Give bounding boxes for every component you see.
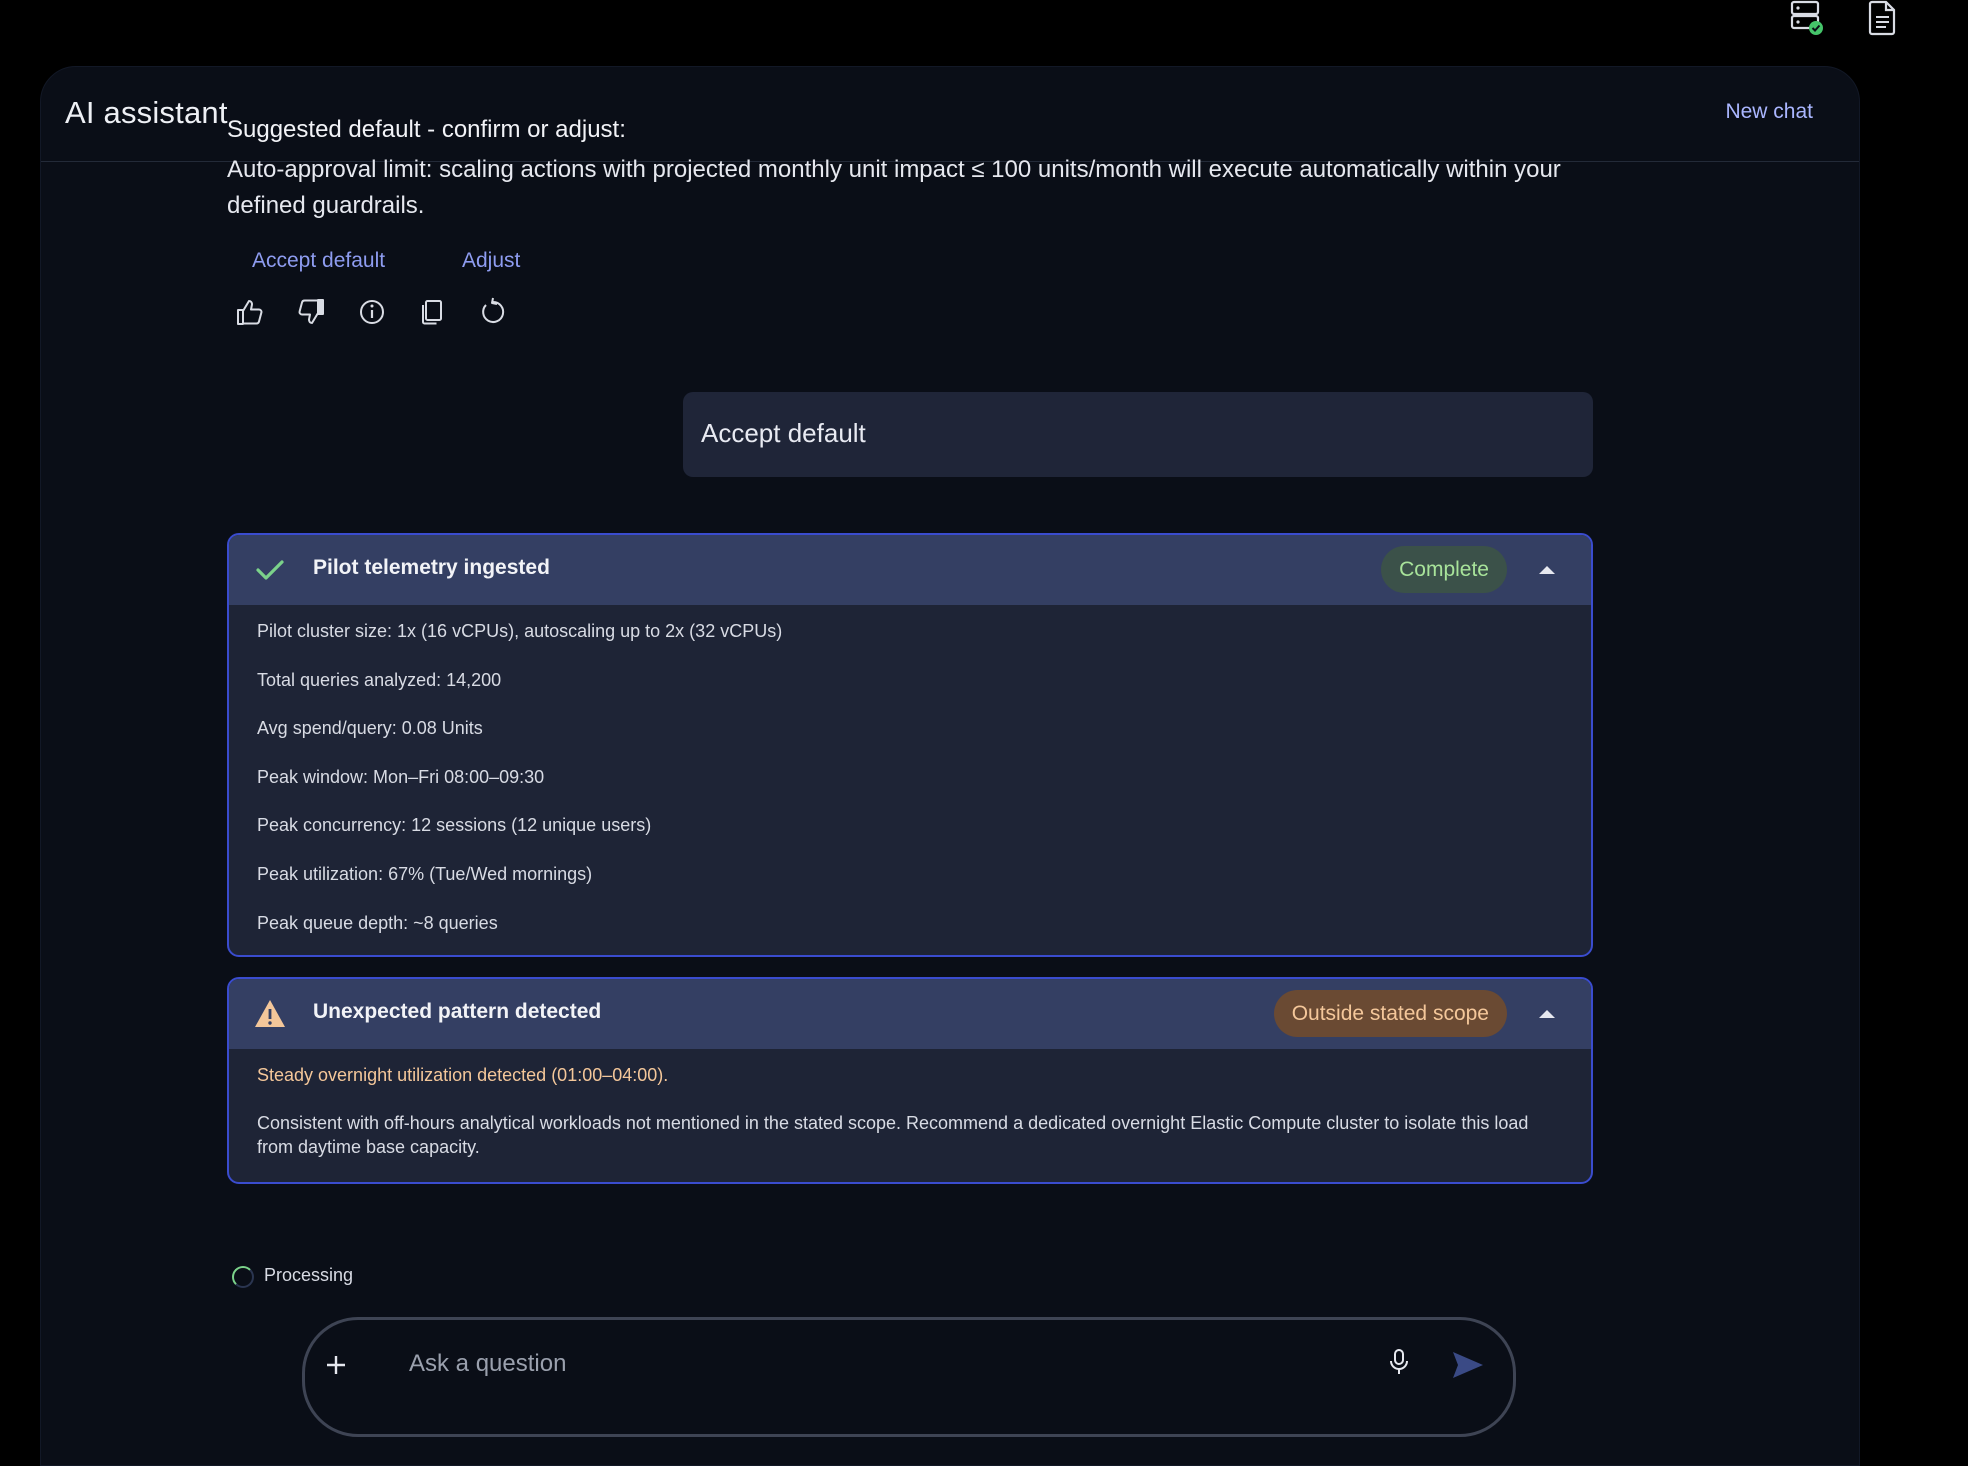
new-chat-button[interactable]: New chat	[1725, 100, 1813, 124]
message-composer	[302, 1317, 1516, 1437]
question-input[interactable]	[409, 1344, 1309, 1384]
telemetry-details: Pilot cluster size: 1x (16 vCPUs), autos…	[257, 619, 1567, 955]
panel-header: AI assistant New chat	[41, 67, 1859, 162]
panel-title: AI assistant	[65, 95, 228, 130]
accept-default-link[interactable]: Accept default	[252, 249, 385, 273]
detail-cluster-size: Pilot cluster size: 1x (16 vCPUs), autos…	[257, 621, 783, 641]
warning-icon	[253, 997, 287, 1031]
regenerate-icon[interactable]	[477, 296, 509, 328]
detail-peak-queue-depth: Peak queue depth: ~8 queries	[257, 912, 498, 933]
telemetry-card-title: Pilot telemetry ingested	[313, 556, 550, 579]
user-message-bubble: Accept default	[683, 392, 1593, 477]
detail-peak-concurrency: Peak concurrency: 12 sessions (12 unique…	[257, 815, 652, 836]
status-badge-outside-scope: Outside stated scope	[1273, 990, 1507, 1037]
send-icon[interactable]	[1451, 1350, 1485, 1380]
pattern-warning: Steady overnight utilization detected (0…	[257, 1065, 669, 1085]
chevron-up-icon[interactable]	[1537, 563, 1557, 577]
top-toolbar	[1768, 0, 1968, 40]
telemetry-card-header[interactable]: Pilot telemetry ingested Complete	[229, 535, 1591, 605]
checkmark-icon	[253, 553, 287, 587]
plus-icon[interactable]	[325, 1354, 347, 1376]
chevron-up-icon[interactable]	[1537, 1007, 1557, 1021]
server-status-icon[interactable]	[1790, 0, 1824, 36]
status-badge-complete: Complete	[1381, 546, 1507, 593]
document-icon[interactable]	[1866, 0, 1900, 36]
info-icon[interactable]	[356, 296, 388, 328]
telemetry-card: Pilot telemetry ingested Complete Pilot …	[227, 533, 1593, 957]
pattern-card: Unexpected pattern detected Outside stat…	[227, 977, 1593, 1184]
spinner-icon	[232, 1266, 254, 1288]
pattern-details: Steady overnight utilization detected (0…	[257, 1063, 1567, 1159]
copy-icon[interactable]	[416, 296, 448, 328]
pattern-description: Consistent with off-hours analytical wor…	[257, 1113, 1529, 1157]
pattern-card-header[interactable]: Unexpected pattern detected Outside stat…	[229, 979, 1591, 1049]
thumbs-up-icon[interactable]	[234, 296, 266, 328]
adjust-link[interactable]: Adjust	[462, 249, 520, 273]
user-message-text: Accept default	[701, 418, 866, 448]
suggestion-heading: Suggested default - confirm or adjust:	[227, 116, 626, 143]
thumbs-down-icon[interactable]	[295, 296, 327, 328]
suggestion-body: Auto-approval limit: scaling actions wit…	[227, 156, 1561, 219]
microphone-icon[interactable]	[1387, 1348, 1411, 1376]
pattern-card-title: Unexpected pattern detected	[313, 1000, 602, 1023]
detail-peak-window: Peak window: Mon–Fri 08:00–09:30	[257, 766, 545, 787]
detail-total-queries: Total queries analyzed: 14,200	[257, 669, 502, 690]
processing-label: Processing	[264, 1265, 354, 1285]
detail-peak-utilization: Peak utilization: 67% (Tue/Wed mornings)	[257, 863, 593, 884]
detail-avg-spend: Avg spend/query: 0.08 Units	[257, 718, 483, 739]
